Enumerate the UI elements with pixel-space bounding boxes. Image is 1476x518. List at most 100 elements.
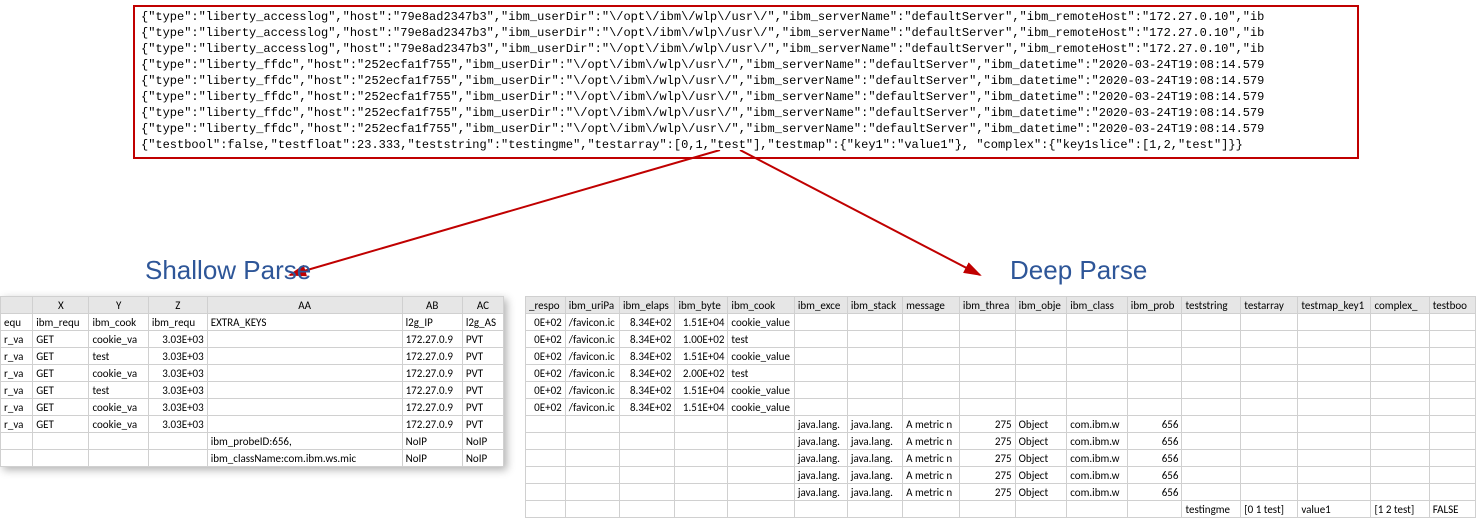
cell[interactable] [33,450,89,467]
cell[interactable]: java.lang. [847,450,902,467]
cell[interactable]: 656 [1127,433,1182,450]
cell[interactable] [1298,484,1371,501]
col-header[interactable]: ibm_elaps [620,297,675,314]
cell[interactable] [1241,467,1298,484]
col-header[interactable]: ibm_class [1067,297,1128,314]
cell[interactable]: cookie_va [89,331,148,348]
cell[interactable]: PVT [462,348,503,365]
cell[interactable]: java.lang. [794,416,847,433]
cell[interactable] [1,433,33,450]
cell[interactable]: 0E+02 [526,331,566,348]
cell[interactable] [1015,314,1067,331]
cell[interactable]: 3.03E+03 [148,382,207,399]
cell[interactable] [675,433,728,450]
cell[interactable] [1241,314,1298,331]
cell[interactable]: com.ibm.w [1067,416,1128,433]
cell[interactable]: PVT [462,416,503,433]
cell[interactable] [847,399,902,416]
cell[interactable] [903,365,960,382]
cell[interactable]: r_va [1,331,33,348]
cell[interactable]: cookie_value [728,399,794,416]
cell[interactable]: test [89,348,148,365]
col-header[interactable]: ibm_threa [959,297,1015,314]
cell[interactable]: 172.27.0.9 [402,416,462,433]
cell[interactable]: NoIP [462,450,503,467]
cell[interactable]: r_va [1,382,33,399]
cell[interactable]: cookie_value [728,314,794,331]
cell[interactable]: java.lang. [847,467,902,484]
cell[interactable] [794,331,847,348]
col-header[interactable]: ibm_exce [794,297,847,314]
cell[interactable] [1371,331,1429,348]
cell[interactable] [847,501,902,518]
cell[interactable] [1298,399,1371,416]
cell[interactable]: A metric n [903,484,960,501]
cell[interactable]: A metric n [903,416,960,433]
cell[interactable]: 656 [1127,484,1182,501]
cell[interactable] [1241,331,1298,348]
cell[interactable]: 172.27.0.9 [402,331,462,348]
cell[interactable]: 8.34E+02 [620,382,675,399]
cell[interactable] [620,501,675,518]
cell[interactable] [33,433,89,450]
cell[interactable]: 0E+02 [526,365,566,382]
cell[interactable] [1298,450,1371,467]
cell[interactable] [89,433,148,450]
cell[interactable]: A metric n [903,450,960,467]
cell[interactable]: 275 [959,416,1015,433]
cell[interactable] [1067,399,1128,416]
cell[interactable] [903,314,960,331]
cell[interactable] [1015,501,1067,518]
cell[interactable]: GET [33,399,89,416]
cell[interactable] [1429,382,1475,399]
cell[interactable]: Object [1015,484,1067,501]
cell[interactable] [1429,399,1475,416]
cell[interactable] [565,450,619,467]
cell[interactable] [728,416,794,433]
cell[interactable] [1182,433,1241,450]
cell[interactable]: PVT [462,331,503,348]
cell[interactable]: 8.34E+02 [620,314,675,331]
cell[interactable]: /favicon.ic [565,382,619,399]
cell[interactable]: com.ibm.w [1067,467,1128,484]
cell[interactable]: NoIP [462,433,503,450]
cell[interactable]: r_va [1,365,33,382]
cell[interactable] [1371,450,1429,467]
cell[interactable]: GET [33,348,89,365]
cell[interactable]: r_va [1,348,33,365]
col-header[interactable]: ibm_requ [148,314,207,331]
cell[interactable]: 275 [959,450,1015,467]
cell[interactable] [847,314,902,331]
cell[interactable] [959,331,1015,348]
cell[interactable] [526,484,566,501]
col-header[interactable]: ibm_cook [728,297,794,314]
cell[interactable] [1429,314,1475,331]
cell[interactable] [675,450,728,467]
cell[interactable] [1241,433,1298,450]
col-header[interactable]: ibm_uriPa [565,297,619,314]
cell[interactable]: /favicon.ic [565,348,619,365]
cell[interactable] [1127,314,1182,331]
cell[interactable]: PVT [462,365,503,382]
cell[interactable] [1429,331,1475,348]
cell[interactable]: 3.03E+03 [148,348,207,365]
cell[interactable]: 1.51E+04 [675,348,728,365]
cell[interactable] [1241,365,1298,382]
cell[interactable] [1182,348,1241,365]
cell[interactable] [1371,416,1429,433]
cell[interactable] [620,484,675,501]
cell[interactable] [1182,484,1241,501]
cell[interactable] [565,484,619,501]
cell[interactable] [1067,348,1128,365]
col-header[interactable]: complex_ [1371,297,1429,314]
cell[interactable]: cookie_va [89,399,148,416]
cell[interactable] [1067,382,1128,399]
cell[interactable] [1298,382,1371,399]
col-header[interactable]: testarray [1241,297,1298,314]
cell[interactable]: /favicon.ic [565,399,619,416]
cell[interactable] [565,433,619,450]
cell[interactable] [1127,399,1182,416]
cell[interactable] [1182,450,1241,467]
cell[interactable] [526,501,566,518]
cell[interactable] [1429,416,1475,433]
